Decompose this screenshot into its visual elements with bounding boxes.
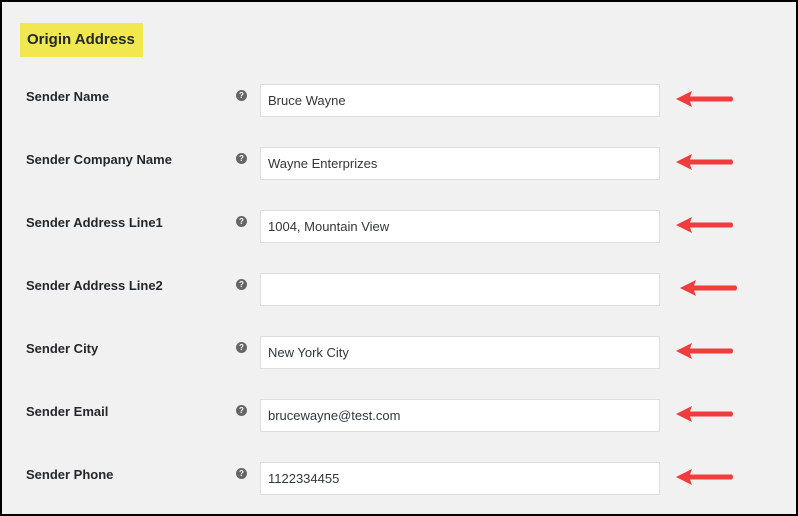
sender-email-input[interactable]	[260, 399, 660, 432]
sender-address-line1-input[interactable]	[260, 210, 660, 243]
help-icon[interactable]: ?	[236, 468, 247, 479]
sender-address-line1-label: Sender Address Line1	[26, 215, 163, 230]
sender-company-name-label: Sender Company Name	[26, 152, 172, 167]
help-icon[interactable]: ?	[236, 90, 247, 101]
help-icon[interactable]: ?	[236, 342, 247, 353]
sender-company-name-input[interactable]	[260, 147, 660, 180]
field-row-sender-name: Sender Name ?	[2, 84, 796, 119]
sender-name-input[interactable]	[260, 84, 660, 117]
field-row-sender-email: Sender Email ?	[2, 399, 796, 434]
help-icon[interactable]: ?	[236, 216, 247, 227]
sender-address-line2-input[interactable]	[260, 273, 660, 306]
section-title-origin-address: Origin Address	[20, 23, 143, 57]
help-icon[interactable]: ?	[236, 405, 247, 416]
sender-city-label: Sender City	[26, 341, 99, 356]
settings-panel: Origin Address Sender Name ? Sender Comp…	[0, 0, 798, 516]
field-row-sender-address-line1: Sender Address Line1 ?	[2, 210, 796, 245]
field-row-sender-city: Sender City ?	[2, 336, 796, 371]
field-row-sender-company-name: Sender Company Name ?	[2, 147, 796, 182]
annotation-arrow-icon	[676, 343, 733, 359]
sender-email-label: Sender Email	[26, 404, 109, 419]
annotation-arrow-icon	[676, 469, 733, 485]
annotation-arrow-icon	[676, 217, 733, 233]
sender-city-input[interactable]	[260, 336, 660, 369]
annotation-arrow-icon	[676, 91, 733, 107]
sender-phone-input[interactable]	[260, 462, 660, 495]
annotation-arrow-icon	[676, 154, 733, 170]
annotation-arrow-icon	[680, 280, 737, 296]
field-row-sender-phone: Sender Phone ?	[2, 462, 796, 497]
field-row-sender-address-line2: Sender Address Line2 ?	[2, 273, 796, 308]
help-icon[interactable]: ?	[236, 279, 247, 290]
help-icon[interactable]: ?	[236, 153, 247, 164]
sender-phone-label: Sender Phone	[26, 467, 114, 482]
sender-address-line2-label: Sender Address Line2	[26, 278, 163, 293]
sender-name-label: Sender Name	[26, 89, 110, 104]
annotation-arrow-icon	[676, 406, 733, 422]
